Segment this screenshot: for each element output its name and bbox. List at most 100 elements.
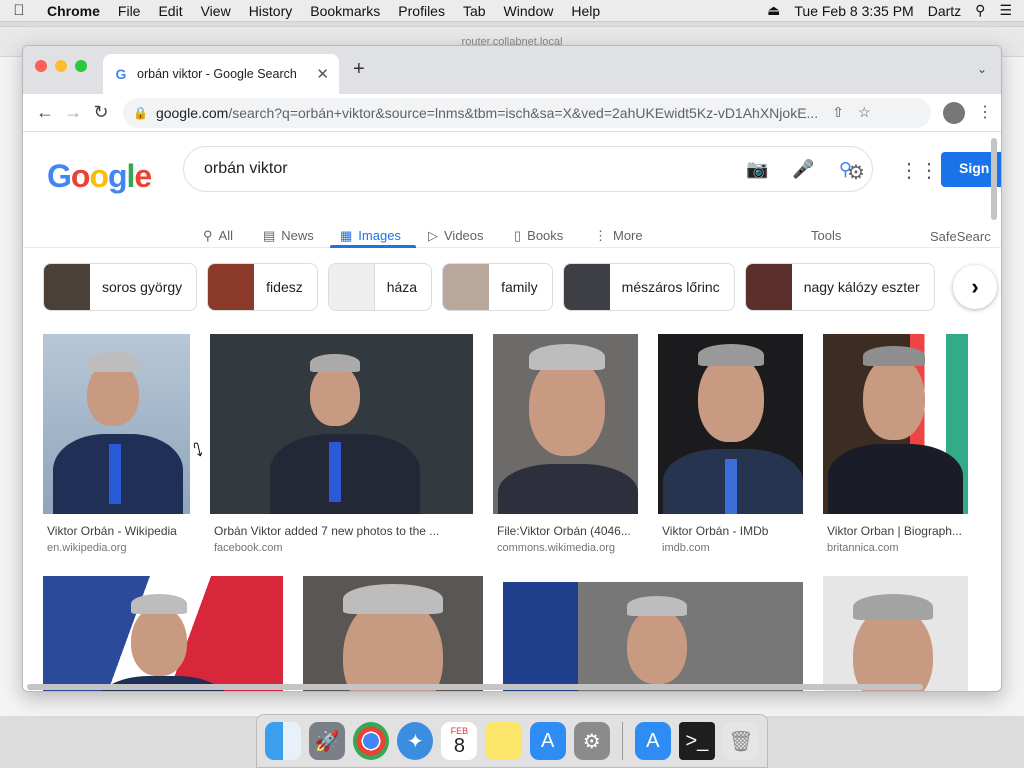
vertical-scrollbar[interactable] [991, 138, 997, 220]
app-store-icon[interactable]: A [634, 722, 671, 760]
trash-icon[interactable]: 🗑 [722, 722, 759, 760]
control-center-icon[interactable]: ☰ [999, 2, 1012, 19]
new-tab-button[interactable]: + [353, 58, 365, 81]
menu-app-name[interactable]: Chrome [38, 3, 109, 19]
address-bar[interactable]: 🔒 google.com/search?q=orbán+viktor&sourc… [123, 97, 931, 128]
profile-avatar[interactable] [943, 101, 965, 124]
eject-icon[interactable]: ⏏ [767, 2, 780, 19]
horizontal-scrollbar[interactable] [27, 684, 923, 690]
menu-profiles[interactable]: Profiles [389, 3, 454, 19]
result-title[interactable]: Viktor Orban | Biograph... [823, 524, 968, 538]
chip-fidesz[interactable]: fidesz [207, 263, 318, 311]
apple-icon[interactable]:  [0, 2, 38, 19]
menu-help[interactable]: Help [562, 3, 609, 19]
image-result[interactable] [503, 582, 803, 691]
result-image[interactable] [823, 334, 968, 514]
result-image[interactable] [503, 582, 803, 691]
image-result[interactable] [43, 576, 283, 691]
result-image[interactable] [303, 576, 483, 691]
calendar-day: 8 [453, 734, 465, 757]
minimize-window-button[interactable] [55, 60, 67, 72]
result-title[interactable]: File:Viktor Orbán (4046... [493, 524, 638, 538]
app-store-icon[interactable]: A [529, 722, 566, 760]
chrome-menu-icon[interactable]: ⋮ [977, 102, 993, 124]
tools-button[interactable]: Tools [811, 220, 841, 243]
image-result[interactable]: Orbán Viktor added 7 new photos to the .… [210, 334, 473, 554]
launchpad-icon[interactable]: 🚀 [309, 722, 346, 760]
settings-gear-icon[interactable]: ⚙ [847, 160, 865, 185]
more-dots-icon: ⋮ [594, 228, 607, 243]
tab-news[interactable]: ▤ News [263, 220, 314, 244]
result-source[interactable]: britannica.com [823, 542, 968, 554]
finder-icon[interactable] [265, 722, 302, 760]
tab-videos[interactable]: ▷ Videos [428, 220, 484, 244]
menu-file[interactable]: File [109, 3, 150, 19]
search-box[interactable]: orbán viktor 📷 🎤 ⚲ [183, 146, 873, 192]
tab-active[interactable]: G orbán viktor - Google Search ✕ [103, 54, 339, 94]
safari-icon[interactable]: ✦ [397, 722, 434, 760]
notes-icon[interactable] [485, 722, 522, 760]
result-source[interactable]: commons.wikimedia.org [493, 542, 638, 554]
menu-window[interactable]: Window [495, 3, 563, 19]
result-source[interactable]: facebook.com [210, 542, 473, 554]
menu-clock[interactable]: Tue Feb 8 3:35 PM [794, 3, 913, 19]
chip-haza[interactable]: háza [327, 263, 433, 311]
chip-family[interactable]: family [442, 263, 553, 311]
tab-books[interactable]: ▯ Books [514, 220, 563, 244]
menu-tab[interactable]: Tab [454, 3, 495, 19]
microphone-icon[interactable]: 🎤 [792, 159, 814, 180]
result-image[interactable] [493, 334, 638, 514]
result-source[interactable]: en.wikipedia.org [43, 542, 190, 554]
share-icon[interactable]: ⇧ [832, 104, 844, 121]
chrome-icon[interactable] [353, 722, 390, 760]
tab-more[interactable]: ⋮ More [594, 220, 643, 244]
image-icon: ▦ [340, 228, 353, 243]
google-logo[interactable]: Google [47, 158, 152, 195]
image-result[interactable] [303, 576, 483, 691]
result-image[interactable] [210, 334, 473, 514]
close-window-button[interactable] [35, 60, 47, 72]
menu-edit[interactable]: Edit [149, 3, 191, 19]
window-controls [35, 60, 87, 72]
chip-meszaros[interactable]: mészáros lőrinc [562, 263, 735, 311]
reload-button[interactable]: ↻ [87, 102, 115, 123]
search-input[interactable]: orbán viktor [204, 160, 288, 178]
menu-view[interactable]: View [192, 3, 240, 19]
result-title[interactable]: Orbán Viktor added 7 new photos to the .… [210, 524, 473, 538]
chip-label: háza [386, 279, 418, 295]
menu-bookmarks[interactable]: Bookmarks [301, 3, 389, 19]
menu-history[interactable]: History [240, 3, 302, 19]
result-source[interactable]: imdb.com [658, 542, 803, 554]
lock-icon[interactable]: 🔒 [133, 106, 148, 120]
chip-nagy-kalozy[interactable]: nagy kálózy eszter [744, 263, 935, 311]
bookmark-star-icon[interactable]: ☆ [858, 104, 871, 121]
image-result[interactable] [823, 576, 968, 691]
image-result[interactable]: Viktor Orbán - IMDb imdb.com [658, 334, 803, 554]
result-image[interactable] [43, 334, 190, 514]
chip-soros[interactable]: soros györgy [43, 263, 198, 311]
camera-icon[interactable]: 📷 [746, 159, 768, 180]
tab-search-chevron-icon[interactable]: ⌄ [977, 62, 987, 76]
safesearch-button[interactable]: SafeSearc [930, 221, 991, 244]
zoom-window-button[interactable] [75, 60, 87, 72]
image-result[interactable]: File:Viktor Orbán (4046... commons.wikim… [493, 334, 638, 554]
terminal-icon[interactable]: >_ [678, 722, 715, 760]
close-tab-icon[interactable]: ✕ [316, 65, 329, 83]
back-button[interactable]: ← [31, 102, 59, 123]
image-result[interactable]: Viktor Orban | Biograph... britannica.co… [823, 334, 968, 554]
spotlight-icon[interactable]: ⚲ [975, 2, 985, 19]
image-result[interactable]: Viktor Orbán - Wikipedia en.wikipedia.or… [43, 334, 190, 554]
system-preferences-icon[interactable]: ⚙ [573, 722, 610, 760]
tab-images[interactable]: ▦ Images [340, 220, 401, 244]
result-title[interactable]: Viktor Orbán - Wikipedia [43, 524, 190, 538]
result-image[interactable] [658, 334, 803, 514]
tab-all[interactable]: ⚲ All [203, 220, 233, 244]
forward-button[interactable]: → [59, 102, 87, 123]
calendar-icon[interactable]: FEB 8 [441, 722, 478, 760]
chip-thumbnail [328, 264, 375, 310]
result-image[interactable] [43, 576, 283, 691]
chips-next-arrow-icon[interactable]: › [953, 265, 997, 309]
result-title[interactable]: Viktor Orbán - IMDb [658, 524, 803, 538]
result-image[interactable] [823, 576, 968, 691]
menu-user[interactable]: Dartz [928, 3, 961, 19]
